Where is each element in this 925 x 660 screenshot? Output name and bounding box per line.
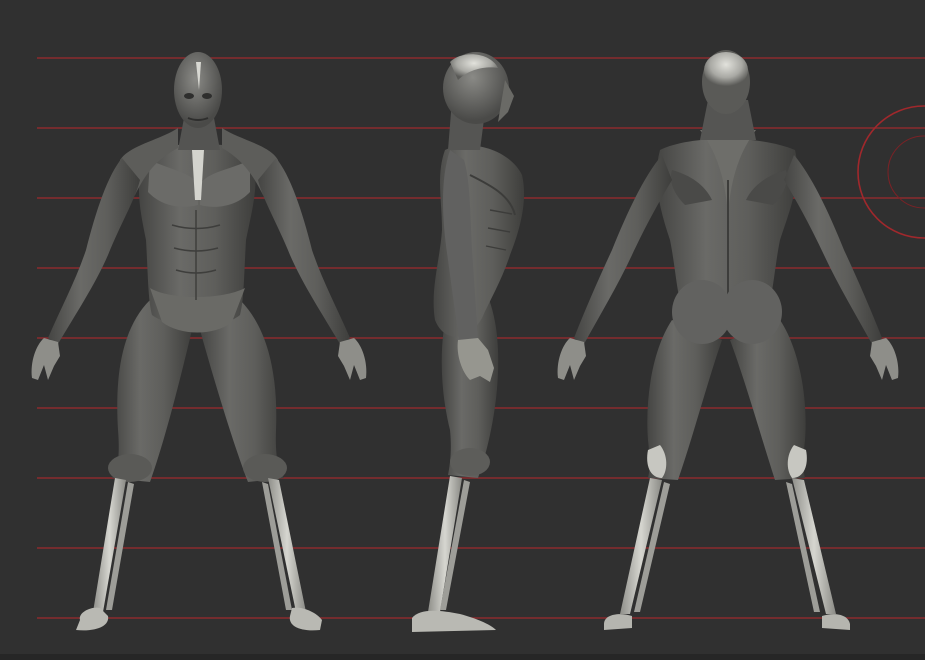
- front-left-foot: [76, 607, 109, 631]
- side-foot: [412, 610, 496, 632]
- back-left-hand: [557, 338, 586, 380]
- figure-front-view: [31, 52, 367, 631]
- front-right-arm: [258, 158, 350, 344]
- back-left-foot: [604, 614, 632, 630]
- front-left-hand: [31, 338, 60, 380]
- viewport-bottom-border: [0, 654, 925, 660]
- front-left-arm: [48, 158, 140, 344]
- back-left-arm: [574, 155, 672, 344]
- front-right-hand: [338, 338, 367, 380]
- front-right-foot: [289, 607, 322, 631]
- 3d-viewport[interactable]: [0, 0, 925, 660]
- back-right-glute: [722, 280, 782, 344]
- back-right-hand: [870, 338, 899, 380]
- back-right-arm: [784, 155, 882, 344]
- back-right-foot: [822, 614, 850, 630]
- anatomy-reference-scene[interactable]: [0, 0, 925, 660]
- figure-side-view: [412, 52, 525, 632]
- figure-back-view: [557, 50, 899, 630]
- rotation-gizmo-icon[interactable]: [857, 105, 925, 239]
